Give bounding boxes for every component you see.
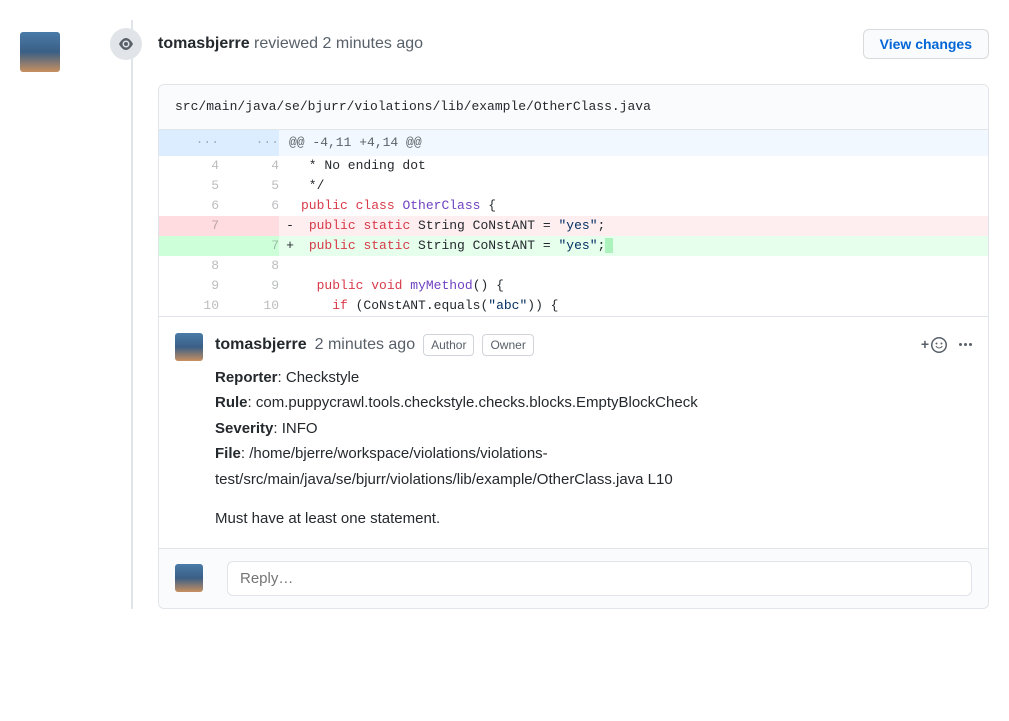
diff-line[interactable]: 88 bbox=[159, 256, 988, 276]
reply-block bbox=[159, 548, 988, 608]
diff-line[interactable]: 1010 if (CoNstANT.equals("abc")) { bbox=[159, 296, 988, 316]
commenter-username[interactable]: tomasbjerre bbox=[215, 333, 307, 357]
reply-avatar[interactable] bbox=[175, 564, 203, 592]
owner-badge: Owner bbox=[482, 334, 533, 356]
file-path[interactable]: src/main/java/se/bjurr/violations/lib/ex… bbox=[159, 85, 988, 130]
diff-line[interactable]: 44 * No ending dot bbox=[159, 156, 988, 176]
comment-meta: tomasbjerre 2 minutes ago Author Owner + bbox=[215, 333, 972, 357]
kebab-menu-icon[interactable] bbox=[959, 343, 972, 346]
eye-icon bbox=[110, 28, 142, 60]
diff-line[interactable]: 66public class OtherClass { bbox=[159, 196, 988, 216]
author-badge: Author bbox=[423, 334, 474, 356]
review-title: tomasbjerre reviewed 2 minutes ago bbox=[158, 32, 423, 56]
comment-text: Reporter: Checkstyle Rule: com.puppycraw… bbox=[215, 365, 972, 532]
reviewer-avatar[interactable] bbox=[20, 32, 60, 72]
add-reaction-button[interactable]: + bbox=[921, 334, 947, 355]
view-changes-button[interactable]: View changes bbox=[863, 29, 989, 59]
review-comment: tomasbjerre 2 minutes ago Author Owner +… bbox=[159, 316, 988, 548]
timeline-line bbox=[131, 20, 133, 609]
comment-time[interactable]: 2 minutes ago bbox=[315, 333, 416, 357]
smiley-icon bbox=[931, 337, 947, 353]
avatar bbox=[20, 32, 60, 72]
diff-box: src/main/java/se/bjurr/violations/lib/ex… bbox=[158, 84, 989, 609]
review-time[interactable]: 2 minutes ago bbox=[323, 35, 424, 52]
reply-input[interactable] bbox=[227, 561, 972, 596]
hunk-header: ......@@ -4,11 +4,14 @@ bbox=[159, 130, 988, 156]
diff-line[interactable]: 99 public void myMethod() { bbox=[159, 276, 988, 296]
diff-table: ......@@ -4,11 +4,14 @@44 * No ending do… bbox=[159, 130, 988, 316]
commenter-avatar[interactable] bbox=[175, 333, 203, 361]
diff-line[interactable]: 7- public static String CoNstANT = "yes"… bbox=[159, 216, 988, 236]
diff-line[interactable]: 7+ public static String CoNstANT = "yes"… bbox=[159, 236, 988, 256]
diff-line[interactable]: 55 */ bbox=[159, 176, 988, 196]
review-header: tomasbjerre reviewed 2 minutes ago View … bbox=[110, 20, 989, 84]
reviewer-username[interactable]: tomasbjerre bbox=[158, 35, 250, 52]
